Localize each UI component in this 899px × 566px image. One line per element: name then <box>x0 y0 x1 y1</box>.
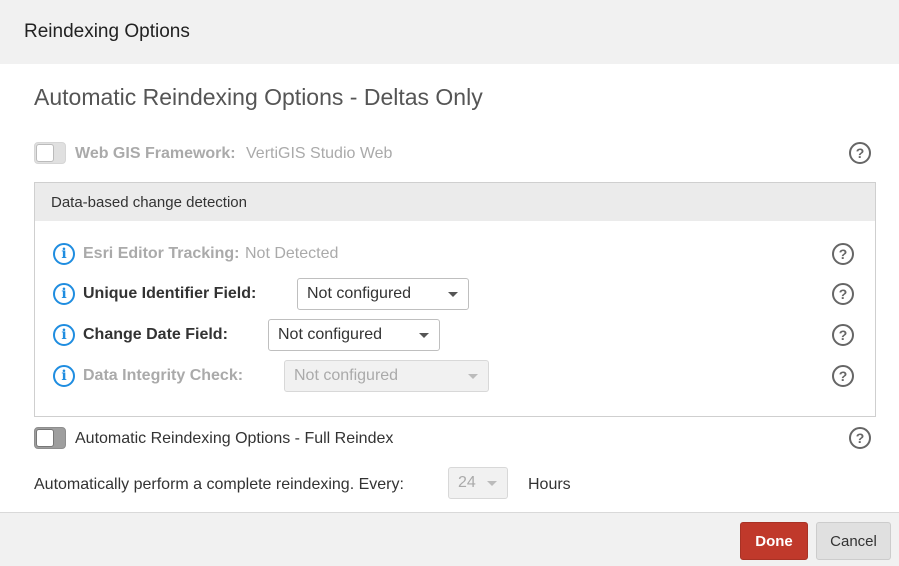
select-value: 24 <box>458 474 476 491</box>
esri-editor-tracking-label: Esri Editor Tracking: <box>83 245 240 262</box>
chevron-down-icon <box>468 374 478 379</box>
change-detection-panel: Data-based change detection i Esri Edito… <box>34 182 876 417</box>
select-value: Not configured <box>278 326 383 343</box>
dialog-footer: Done Cancel <box>0 512 899 566</box>
cancel-button[interactable]: Cancel <box>816 522 891 560</box>
dialog-title: Reindexing Options <box>24 21 190 42</box>
web-gis-toggle[interactable] <box>34 142 66 164</box>
chevron-down-icon <box>448 292 458 297</box>
select-value: Not configured <box>294 367 399 384</box>
help-icon[interactable]: ? <box>849 142 871 164</box>
unique-identifier-select[interactable]: Not configured <box>297 278 469 310</box>
full-reindex-toggle[interactable] <box>34 427 66 449</box>
info-icon[interactable]: i <box>53 365 75 387</box>
hours-select[interactable]: 24 <box>448 467 508 499</box>
data-integrity-label: Data Integrity Check: <box>83 367 244 384</box>
web-gis-value: VertiGIS Studio Web <box>246 145 393 162</box>
data-integrity-select[interactable]: Not configured <box>284 360 489 392</box>
help-icon[interactable]: ? <box>849 427 871 449</box>
deltas-section-title: Automatic Reindexing Options - Deltas On… <box>34 84 483 110</box>
info-icon[interactable]: i <box>53 324 75 346</box>
full-reindex-every-label: Automatically perform a complete reindex… <box>34 476 404 493</box>
change-date-select[interactable]: Not configured <box>268 319 440 351</box>
help-icon[interactable]: ? <box>832 283 854 305</box>
change-date-label: Change Date Field: <box>83 326 228 343</box>
toggle-knob <box>36 144 54 162</box>
done-button[interactable]: Done <box>740 522 808 560</box>
dialog-header: Reindexing Options <box>0 0 899 64</box>
panel-header: Data-based change detection <box>35 183 875 221</box>
hours-unit-label: Hours <box>528 476 571 493</box>
chevron-down-icon <box>487 481 497 486</box>
select-value: Not configured <box>307 285 412 302</box>
unique-identifier-label: Unique Identifier Field: <box>83 285 257 302</box>
toggle-knob <box>36 429 54 447</box>
esri-editor-tracking-value: Not Detected <box>245 245 339 262</box>
help-icon[interactable]: ? <box>832 243 854 265</box>
web-gis-label: Web GIS Framework: <box>75 145 236 162</box>
help-icon[interactable]: ? <box>832 365 854 387</box>
panel-title: Data-based change detection <box>51 194 247 211</box>
help-icon[interactable]: ? <box>832 324 854 346</box>
full-reindex-title: Automatic Reindexing Options - Full Rein… <box>75 430 394 447</box>
info-icon[interactable]: i <box>53 243 75 265</box>
info-icon[interactable]: i <box>53 283 75 305</box>
chevron-down-icon <box>419 333 429 338</box>
